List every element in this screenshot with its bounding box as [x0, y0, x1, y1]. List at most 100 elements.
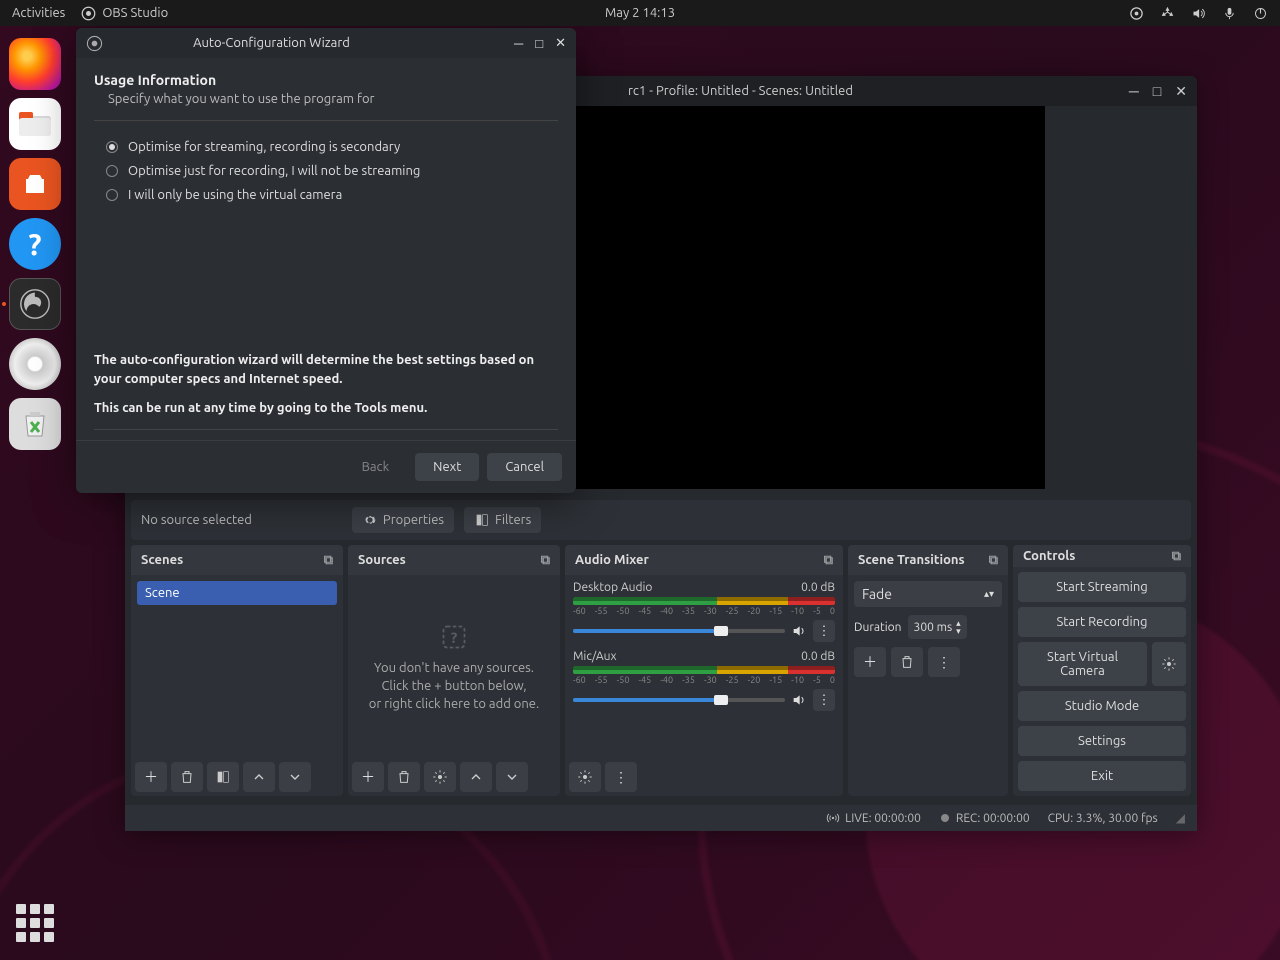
add-source-button[interactable]: ＋	[352, 762, 384, 792]
controls-title: Controls	[1023, 549, 1075, 563]
trash-icon	[179, 769, 195, 785]
cancel-button[interactable]: Cancel	[487, 453, 562, 481]
channel-level: 0.0 dB	[801, 581, 835, 594]
broadcast-icon	[826, 811, 840, 825]
exit-button[interactable]: Exit	[1018, 761, 1186, 791]
status-live: LIVE: 00:00:00	[826, 811, 921, 825]
source-props-button[interactable]	[424, 762, 456, 792]
volume-icon[interactable]	[1191, 6, 1206, 21]
vcam-settings-button[interactable]	[1152, 642, 1186, 686]
topbar-app-name: OBS Studio	[102, 6, 168, 20]
studio-mode-button[interactable]: Studio Mode	[1018, 691, 1186, 721]
minimize-button[interactable]: ─	[514, 36, 523, 51]
topbar-clock[interactable]: May 2 14:13	[605, 6, 675, 20]
sources-title: Sources	[358, 553, 406, 567]
radio-virtual-camera[interactable]: I will only be using the virtual camera	[94, 183, 558, 207]
speaker-icon[interactable]	[791, 623, 807, 639]
dock-disc[interactable]	[9, 338, 61, 390]
popout-icon[interactable]: ⧉	[1172, 549, 1181, 564]
radio-label: Optimise for streaming, recording is sec…	[128, 140, 400, 154]
radio-optimise-streaming[interactable]: Optimise for streaming, recording is sec…	[94, 135, 558, 159]
show-apps-button[interactable]	[16, 904, 54, 942]
source-down-button[interactable]	[496, 762, 528, 792]
audio-mixer-panel: Audio Mixer⧉ Desktop Audio0.0 dB -60-55-…	[565, 545, 843, 796]
dock-obs[interactable]	[9, 278, 61, 330]
dock-firefox[interactable]	[9, 38, 61, 90]
mixer-channel-mic: Mic/Aux0.0 dB -60-55-50-45-40-35-30-25-2…	[569, 648, 839, 717]
remove-source-button[interactable]	[388, 762, 420, 792]
scene-up-button[interactable]	[243, 762, 275, 792]
popout-icon[interactable]: ⧉	[824, 553, 833, 568]
activities-button[interactable]: Activities	[12, 6, 65, 20]
resize-grip[interactable]: ◢	[1176, 811, 1185, 825]
power-icon[interactable]	[1253, 6, 1268, 21]
minimize-button[interactable]: ─	[1129, 83, 1139, 100]
radio-label: I will only be using the virtual camera	[128, 188, 342, 202]
network-icon[interactable]	[1160, 6, 1175, 21]
maximize-button[interactable]: □	[535, 36, 543, 51]
mixer-channel-desktop: Desktop Audio0.0 dB -60-55-50-45-40-35-3…	[569, 579, 839, 648]
dock-help[interactable]: ?	[9, 218, 61, 270]
transition-value: Fade	[862, 586, 892, 602]
channel-menu-button[interactable]: ⋮	[813, 620, 835, 642]
speaker-icon[interactable]	[791, 692, 807, 708]
separator	[94, 429, 558, 430]
transition-menu-button[interactable]: ⋮	[928, 647, 960, 677]
volume-slider[interactable]	[573, 698, 785, 702]
duration-value: 300 ms	[914, 621, 953, 634]
close-button[interactable]: ✕	[555, 36, 566, 51]
remove-transition-button[interactable]	[891, 647, 923, 677]
transitions-panel: Scene Transitions ⧉ Fade ▴▾ Duration 300 …	[848, 545, 1008, 796]
status-rec: REC: 00:00:00	[939, 812, 1030, 825]
channel-menu-button[interactable]: ⋮	[813, 689, 835, 711]
start-streaming-button[interactable]: Start Streaming	[1018, 572, 1186, 602]
filters-label: Filters	[495, 513, 531, 527]
mixer-menu-button[interactable]: ⋮	[605, 762, 637, 792]
start-virtual-camera-button[interactable]: Start Virtual Camera	[1018, 642, 1147, 686]
scene-down-button[interactable]	[279, 762, 311, 792]
sources-empty[interactable]: ? You don't have any sources. Click the …	[352, 579, 556, 754]
empty-text-3: or right click here to add one.	[369, 697, 539, 711]
popout-icon[interactable]: ⧉	[324, 553, 333, 568]
duration-spinner[interactable]: 300 ms ▴▾	[908, 615, 967, 639]
volume-slider[interactable]	[573, 629, 785, 633]
gear-icon	[432, 769, 448, 785]
source-up-button[interactable]	[460, 762, 492, 792]
no-source-label: No source selected	[141, 513, 252, 527]
gear-icon	[362, 512, 378, 528]
mixer-settings-button[interactable]	[569, 762, 601, 792]
transition-select[interactable]: Fade ▴▾	[854, 581, 1002, 607]
add-scene-button[interactable]: ＋	[135, 762, 167, 792]
chevron-down-icon	[504, 769, 520, 785]
svg-text:?: ?	[451, 628, 458, 645]
scene-item[interactable]: Scene	[137, 581, 337, 605]
radio-dot-icon	[106, 165, 118, 177]
dock-trash[interactable]	[9, 398, 61, 450]
close-button[interactable]: ✕	[1175, 83, 1187, 100]
remove-scene-button[interactable]	[171, 762, 203, 792]
dock-files[interactable]	[9, 98, 61, 150]
duration-label: Duration	[854, 621, 902, 634]
popout-icon[interactable]: ⧉	[989, 553, 998, 568]
maximize-button[interactable]: □	[1153, 83, 1161, 100]
chevron-up-icon	[468, 769, 484, 785]
transitions-title: Scene Transitions	[858, 553, 965, 567]
obs-tray-icon[interactable]	[1129, 6, 1144, 21]
popout-icon[interactable]: ⧉	[541, 553, 550, 568]
add-transition-button[interactable]: ＋	[854, 647, 886, 677]
separator	[94, 120, 558, 121]
settings-button[interactable]: Settings	[1018, 726, 1186, 756]
record-icon	[939, 812, 951, 824]
microphone-icon[interactable]	[1222, 6, 1237, 21]
scene-filter-button[interactable]	[207, 762, 239, 792]
obs-icon	[81, 6, 96, 21]
radio-optimise-recording[interactable]: Optimise just for recording, I will not …	[94, 159, 558, 183]
topbar-app[interactable]: OBS Studio	[81, 6, 168, 21]
radio-dot-icon	[106, 189, 118, 201]
next-button[interactable]: Next	[415, 453, 479, 481]
filters-button[interactable]: Filters	[464, 507, 541, 533]
radio-dot-icon	[106, 141, 118, 153]
dock-software[interactable]	[9, 158, 61, 210]
start-recording-button[interactable]: Start Recording	[1018, 607, 1186, 637]
properties-button[interactable]: Properties	[352, 507, 454, 533]
